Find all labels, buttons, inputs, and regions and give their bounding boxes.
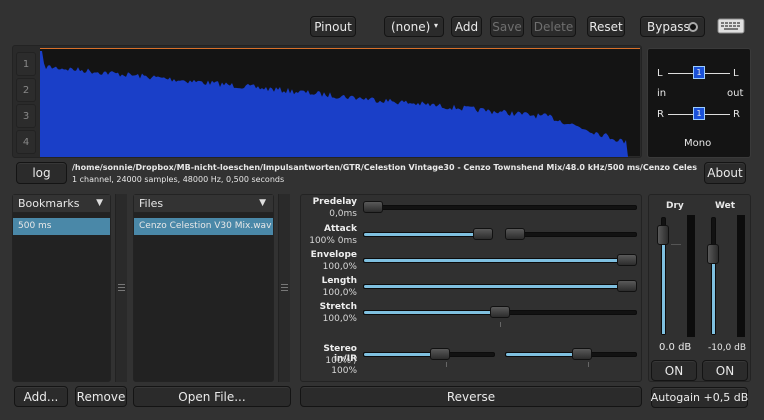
predelay-label: Predelay bbox=[312, 197, 357, 207]
waveform-display[interactable] bbox=[40, 48, 640, 157]
files-scrollbar[interactable] bbox=[278, 194, 290, 382]
files-title: Files bbox=[139, 197, 164, 210]
stereo-value: 100% / 100% bbox=[325, 356, 357, 376]
envelope-value: 100,0% bbox=[322, 262, 357, 272]
predelay-slider-handle[interactable] bbox=[363, 201, 383, 213]
right-channel-node[interactable]: 1 bbox=[693, 107, 705, 120]
chevron-down-icon: ▾ bbox=[433, 21, 438, 30]
add-preset-button[interactable]: Add bbox=[451, 16, 482, 37]
length-slider-handle[interactable] bbox=[617, 280, 637, 292]
channel-button-4[interactable]: 4 bbox=[16, 130, 36, 154]
bypass-label: Bypass bbox=[647, 19, 690, 34]
out-left-label: L bbox=[733, 68, 739, 79]
log-button[interactable]: log bbox=[16, 162, 67, 184]
autogain-button[interactable]: Autogain +0,5 dB bbox=[651, 387, 748, 408]
channel-button-2[interactable]: 2 bbox=[16, 78, 36, 102]
chevron-down-icon: ▼ bbox=[96, 198, 103, 208]
attack-value: 100% 0ms bbox=[309, 236, 357, 246]
dry-fader-handle[interactable] bbox=[657, 224, 669, 245]
dry-gain-value: 0.0 dB bbox=[659, 342, 692, 353]
bookmarks-scrollbar[interactable] bbox=[115, 194, 127, 382]
out-label: out bbox=[727, 88, 744, 99]
dry-label: Dry bbox=[666, 201, 684, 211]
in-right-label: R bbox=[657, 109, 664, 120]
open-file-button[interactable]: Open File... bbox=[133, 386, 291, 407]
envelope-slider-handle[interactable] bbox=[617, 254, 637, 266]
length-value: 100,0% bbox=[322, 288, 357, 298]
wet-level-meter bbox=[737, 215, 745, 337]
attack-time-slider-handle[interactable] bbox=[505, 228, 525, 240]
remove-bookmark-button[interactable]: Remove bbox=[75, 386, 127, 407]
envelope-label: Envelope bbox=[310, 250, 357, 260]
stereo-ir-slider-handle[interactable] bbox=[572, 348, 593, 360]
wet-on-button[interactable]: ON bbox=[702, 360, 748, 381]
channel-button-1[interactable]: 1 bbox=[16, 52, 36, 76]
mode-label: Mono bbox=[684, 138, 712, 149]
file-item[interactable]: Cenzo Celestion V30 Mix.wav bbox=[134, 218, 273, 235]
dry-on-button[interactable]: ON bbox=[651, 360, 697, 381]
bookmarks-title: Bookmarks bbox=[18, 197, 80, 210]
stretch-value: 100,0% bbox=[322, 314, 357, 324]
stereo-ir-slider[interactable] bbox=[505, 352, 637, 357]
keyboard-icon[interactable] bbox=[717, 18, 745, 34]
length-slider[interactable] bbox=[363, 284, 637, 289]
bookmark-item[interactable]: 500 ms bbox=[13, 218, 110, 235]
attack-label: Attack bbox=[324, 224, 357, 234]
channel-button-3[interactable]: 3 bbox=[16, 104, 36, 128]
save-preset-button[interactable]: Save bbox=[490, 16, 524, 37]
parameters-panel: Predelay 0,0ms Attack 100% 0ms Envelope … bbox=[300, 194, 642, 382]
attack-slider-handle[interactable] bbox=[473, 228, 493, 240]
in-label: in bbox=[657, 88, 667, 99]
delete-preset-button[interactable]: Delete bbox=[531, 16, 576, 37]
bookmarks-panel: Bookmarks ▼ 500 ms bbox=[12, 194, 111, 382]
pinout-button[interactable]: Pinout bbox=[310, 16, 356, 37]
length-label: Length bbox=[321, 276, 357, 286]
stretch-label: Stretch bbox=[319, 302, 357, 312]
mix-panel: Dry Wet 0.0 dB -10,0 dB bbox=[648, 194, 751, 382]
file-details: 1 channel, 24000 samples, 48000 Hz, 0,50… bbox=[72, 175, 285, 184]
preset-select[interactable]: (none) ▾ bbox=[384, 16, 444, 37]
routing-panel: L L 1 in out R R 1 Mono bbox=[647, 48, 751, 158]
stereo-ir-center-tick bbox=[588, 362, 589, 367]
bookmarks-header[interactable]: Bookmarks ▼ bbox=[13, 195, 110, 213]
dry-level-meter bbox=[687, 215, 695, 337]
waveform-graph bbox=[40, 51, 640, 157]
wet-fader[interactable] bbox=[711, 217, 716, 335]
add-bookmark-button[interactable]: Add... bbox=[14, 386, 68, 407]
about-button[interactable]: About bbox=[704, 162, 746, 184]
predelay-slider[interactable] bbox=[363, 205, 637, 210]
in-left-label: L bbox=[657, 68, 663, 79]
led-icon bbox=[688, 22, 698, 32]
chevron-down-icon: ▼ bbox=[259, 198, 266, 208]
wet-label: Wet bbox=[715, 201, 736, 211]
stretch-center-tick bbox=[500, 322, 501, 327]
stereo-in-slider[interactable] bbox=[363, 352, 495, 357]
wet-gain-value: -10,0 dB bbox=[708, 343, 747, 353]
stereo-in-center-tick bbox=[446, 362, 447, 367]
predelay-value: 0,0ms bbox=[329, 209, 357, 219]
reverse-button[interactable]: Reverse bbox=[300, 386, 642, 407]
waveform-panel: 1 2 3 4 bbox=[12, 45, 642, 158]
bypass-toggle[interactable]: Bypass bbox=[640, 16, 705, 37]
file-path: /home/sonnie/Dropbox/MB-nicht-loeschen/I… bbox=[72, 163, 697, 172]
wet-fader-handle[interactable] bbox=[707, 244, 719, 265]
left-channel-node[interactable]: 1 bbox=[693, 66, 705, 79]
stereo-in-slider-handle[interactable] bbox=[430, 348, 451, 360]
out-right-label: R bbox=[733, 109, 740, 120]
reset-button[interactable]: Reset bbox=[587, 16, 625, 37]
stretch-slider-handle[interactable] bbox=[490, 306, 510, 318]
files-panel: Files ▼ Cenzo Celestion V30 Mix.wav bbox=[133, 194, 274, 382]
envelope-slider[interactable] bbox=[363, 258, 637, 263]
preset-select-value: (none) bbox=[391, 19, 431, 34]
files-header[interactable]: Files ▼ bbox=[134, 195, 273, 213]
dry-unity-tick bbox=[671, 244, 681, 245]
